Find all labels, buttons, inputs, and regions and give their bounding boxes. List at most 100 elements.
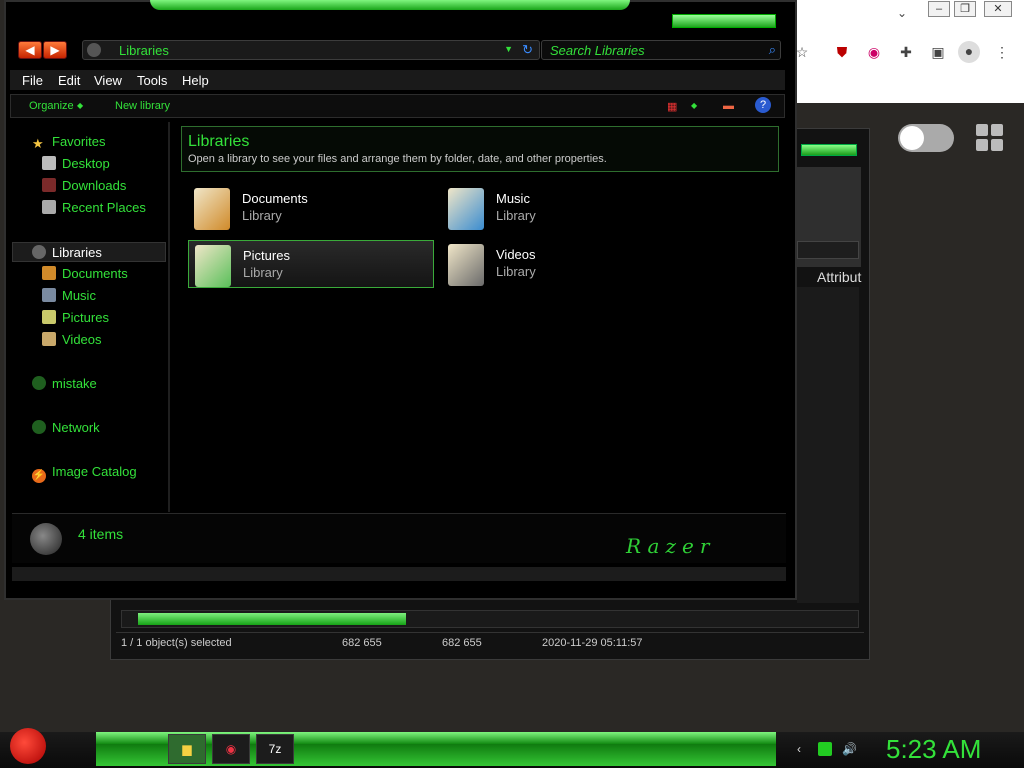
taskbar-chrome[interactable]: ◉ [212,734,250,764]
size-value: 682 655 [342,637,382,649]
chevron-down-icon[interactable]: ⌄ [897,6,907,20]
library-type: Library [496,264,536,279]
back-list [797,287,859,603]
extension-icon[interactable]: ◉ [864,42,884,62]
preview-pane-icon[interactable]: ▬ [723,100,734,112]
pictures-library-icon [195,245,231,287]
libraries-banner: Libraries Open a library to see your fil… [181,126,779,172]
library-name: Pictures [243,248,290,263]
packed-size-value: 682 655 [442,637,482,649]
bottom-bar [12,567,786,581]
folder-icon: ▆ [182,742,192,756]
title-glow [150,0,630,10]
address-bar[interactable]: Libraries ▼ ↻ [82,40,540,60]
seven-zip-icon: 7z [268,742,282,756]
libraries-orb-icon [30,523,62,555]
menu-tools[interactable]: Tools [137,73,167,88]
taskbar-explorer[interactable]: ▆ [168,734,206,764]
dropdown-icon[interactable]: ▼ [504,44,513,54]
back-button[interactable]: ◀ [18,41,42,59]
menu-help[interactable]: Help [182,73,209,88]
chrome-icon: ◉ [225,742,237,756]
refresh-icon[interactable]: ↻ [522,42,533,58]
sidebar-item-videos[interactable]: Videos [42,332,102,347]
library-documents[interactable]: Documents Library [188,184,434,232]
window-controls[interactable] [672,14,776,28]
speaker-icon[interactable]: 🔊 [842,742,857,756]
forward-button[interactable]: ▶ [43,41,67,59]
videos-icon [42,332,56,346]
arrow-left-icon: ◀ [25,43,35,57]
videos-library-icon [448,244,484,286]
sidebar-item-pictures[interactable]: Pictures [42,310,109,325]
shield-extension-icon[interactable]: ⛊ [832,42,852,62]
search-box[interactable]: ⌕ [541,40,781,60]
library-videos[interactable]: Videos Library [442,240,688,288]
arrow-right-icon: ▶ [50,43,60,57]
modified-date: 2020-11-29 05:11:57 [542,637,643,649]
menu-view[interactable]: View [94,73,122,88]
puzzle-icon[interactable]: ✚ [896,42,916,62]
back-window-controls[interactable] [801,144,857,156]
sidebar-item-libraries[interactable]: Libraries [32,245,102,260]
pictures-icon [42,310,56,324]
library-music[interactable]: Music Library [442,184,688,232]
tray-network-icon[interactable] [818,742,832,756]
attribute-column-header[interactable]: Attribut [817,269,861,285]
organize-dropdown-icon[interactable]: ◆ [77,101,83,110]
view-dropdown-icon[interactable]: ◆ [691,101,697,110]
library-name: Documents [242,191,308,206]
back-combo[interactable] [797,241,859,259]
sidebar-item-mistake[interactable]: mistake [32,376,97,391]
sidebar-item-desktop[interactable]: Desktop [42,156,110,171]
tray-chevron-icon[interactable]: ‹ [792,742,806,756]
profile-icon[interactable]: ● [958,41,980,63]
lightning-icon: ⚡ [32,469,46,483]
back-status-bar: 1 / 1 object(s) selected 682 655 682 655… [116,632,864,652]
sidebar-item-music[interactable]: Music [42,288,96,303]
menu-bar: File Edit View Tools Help [10,70,785,90]
kebab-menu-icon[interactable]: ⋮ [992,42,1012,62]
documents-icon [42,266,56,280]
content-pane [172,122,785,512]
search-icon[interactable]: ⌕ [769,42,776,58]
selection-status: 1 / 1 object(s) selected [121,637,232,649]
organize-button[interactable]: Organize [29,100,74,112]
sidebar-item-documents[interactable]: Documents [42,266,128,281]
menu-file[interactable]: File [22,73,43,88]
sidebar-item-recent-places[interactable]: Recent Places [42,200,146,215]
search-input[interactable] [550,43,750,58]
help-icon[interactable]: ? [755,97,771,113]
recent-places-icon [42,200,56,214]
start-button-angry-bird-icon[interactable] [10,728,46,764]
library-type: Library [242,208,282,223]
close-button[interactable]: ✕ [984,1,1012,17]
view-options-icon[interactable]: ▦ [667,100,677,113]
menu-edit[interactable]: Edit [58,73,80,88]
clock[interactable]: 5:23 AM [886,734,981,765]
library-pictures[interactable]: Pictures Library [188,240,434,288]
minimize-button[interactable]: – [928,1,950,17]
sidebar-item-downloads[interactable]: Downloads [42,178,126,193]
sidebar-item-image-catalog[interactable]: ⚡ Image Catalog [32,464,137,483]
grid-icon[interactable] [976,124,1004,152]
address-text: Libraries [119,43,169,58]
new-library-button[interactable]: New library [115,100,170,112]
library-name: Music [496,191,530,206]
taskbar-7zip[interactable]: 7z [256,734,294,764]
star-icon: ★ [32,136,44,151]
banner-description: Open a library to see your files and arr… [188,153,607,165]
sidebar-item-network[interactable]: Network [32,420,100,435]
music-library-icon [448,188,484,230]
toggle-switch[interactable] [898,124,954,152]
razer-logo: Razer [626,534,716,558]
computer-icon [32,376,46,390]
sidebar-item-favorites[interactable]: ★ Favorites [32,134,105,151]
library-type: Library [243,265,283,280]
network-icon [32,420,46,434]
side-panel-icon[interactable]: ▣ [928,42,948,62]
banner-title: Libraries [188,133,250,150]
libraries-icon [32,245,46,259]
maximize-button[interactable]: ❐ [954,1,976,17]
item-count: 4 items [78,526,124,542]
